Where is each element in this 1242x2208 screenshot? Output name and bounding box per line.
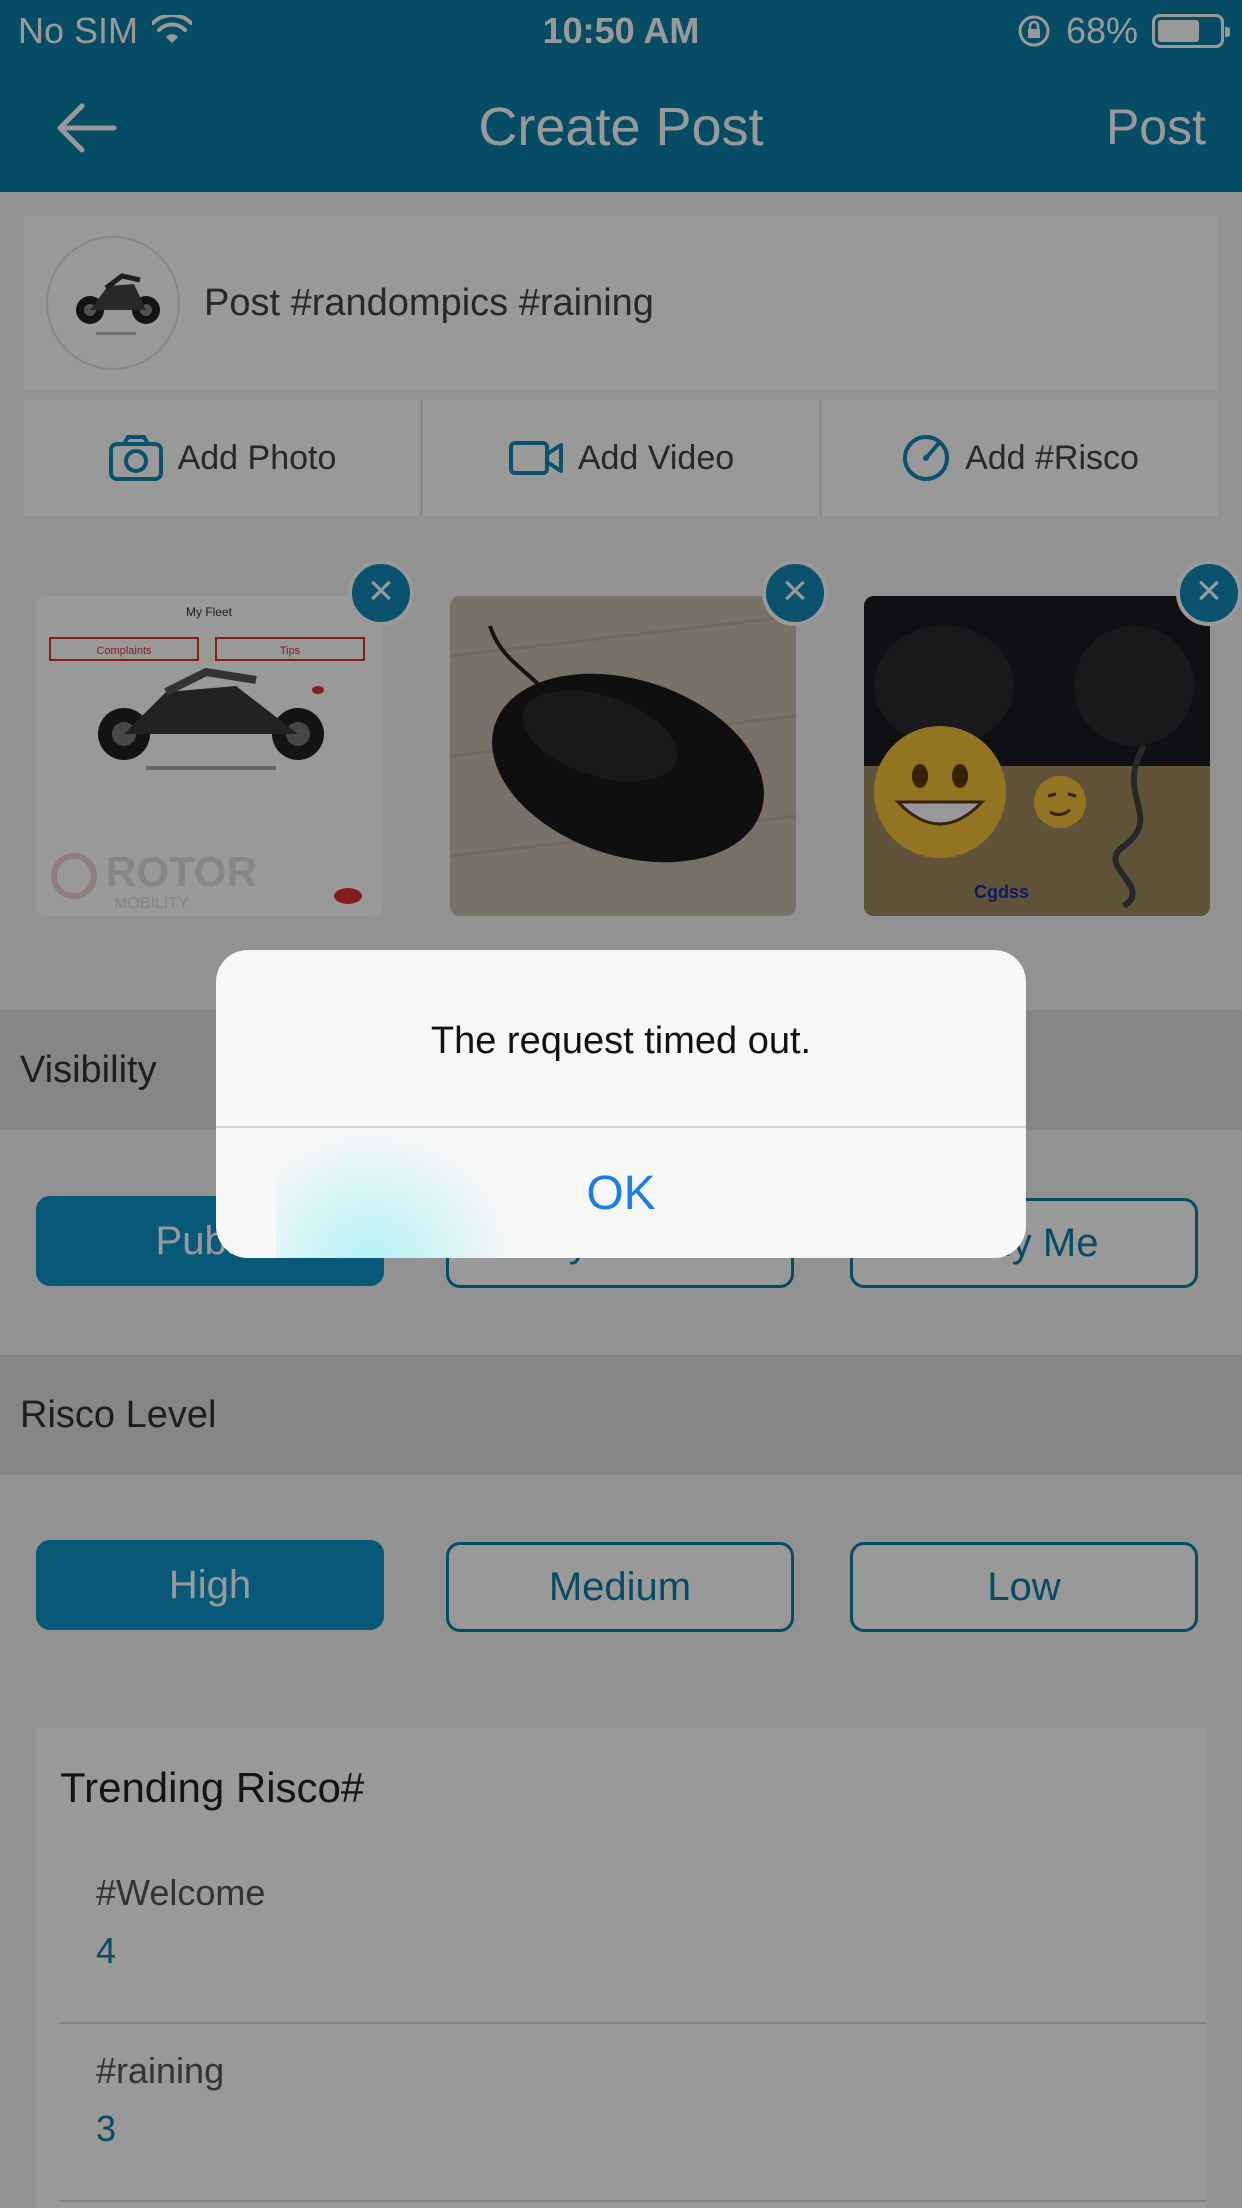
alert-message: The request timed out.: [430, 1020, 812, 1062]
alert-dialog: The request timed out. OK: [216, 950, 1026, 1258]
alert-ok-label: OK: [586, 1166, 656, 1220]
alert-ok-button[interactable]: OK: [216, 1128, 1026, 1258]
